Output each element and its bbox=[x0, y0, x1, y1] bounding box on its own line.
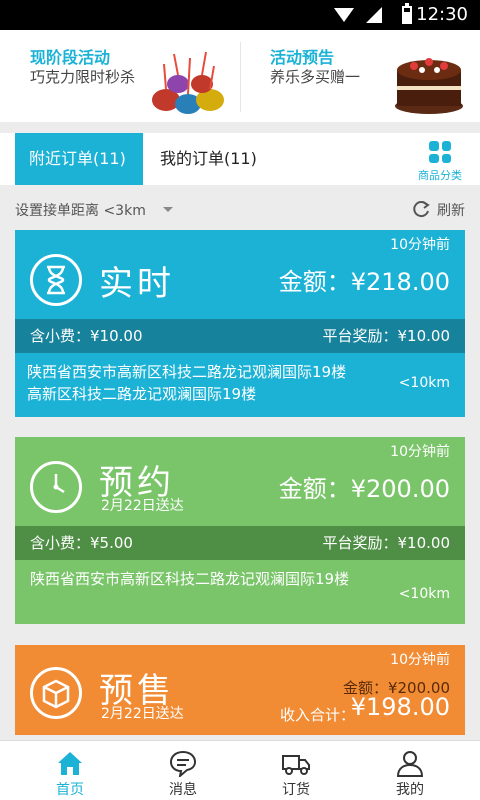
nav-label: 我的 bbox=[396, 782, 424, 798]
grid-icon bbox=[429, 141, 451, 163]
promo-subtitle: 养乐多买赠一 bbox=[270, 68, 361, 86]
order-card-header: 10分钟前 预售 2月22日送达 金额：¥200.00 收入合计： ¥198.0… bbox=[15, 645, 465, 735]
order-amount: 金额：¥218.00 bbox=[278, 268, 450, 296]
promo-banner: 现阶段活动 巧克力限时秒杀 活动预告 养乐多买赠一 bbox=[0, 30, 480, 122]
battery-icon bbox=[402, 3, 412, 24]
cake-image bbox=[395, 58, 463, 114]
status-bar: 12:30 bbox=[0, 0, 480, 30]
order-time-ago: 10分钟前 bbox=[390, 237, 450, 253]
category-button[interactable]: 商品分类 bbox=[412, 141, 468, 183]
order-tabs: 附近订单(11) 我的订单(11) 商品分类 bbox=[0, 133, 480, 185]
chevron-down-icon[interactable] bbox=[163, 207, 173, 212]
refresh-button[interactable]: 刷新 bbox=[437, 200, 465, 220]
order-reward: 平台奖励：¥10.00 bbox=[322, 327, 451, 345]
order-fee-row: 含小费：¥5.00 平台奖励：¥10.00 bbox=[15, 526, 465, 560]
order-card-header: 10分钟前 预约 2月22日送达 金额：¥200.00 bbox=[15, 437, 465, 526]
truck-icon bbox=[282, 755, 310, 775]
promo-divider bbox=[240, 42, 241, 112]
chocolates-image bbox=[152, 51, 224, 114]
distance-setting[interactable]: 设置接单距离 <3km bbox=[15, 200, 146, 220]
promo-title: 现阶段活动 bbox=[30, 48, 111, 67]
message-icon bbox=[169, 750, 197, 777]
order-address-section: 陕西省西安市高新区科技二路龙记观澜国际19楼 <10km bbox=[15, 560, 465, 630]
nav-label: 订货 bbox=[282, 782, 310, 798]
order-address-line: 高新区科技二路龙记观澜国际19楼 bbox=[27, 385, 257, 403]
home-icon bbox=[58, 752, 82, 775]
order-amount: 金额：¥200.00 bbox=[278, 475, 450, 503]
nav-ordering[interactable]: 订货 bbox=[236, 741, 356, 800]
order-fee-row: 含小费：¥10.00 平台奖励：¥10.00 bbox=[15, 319, 465, 353]
promo-subtitle: 巧克力限时秒杀 bbox=[30, 68, 136, 86]
card-edge-decoration bbox=[15, 624, 465, 630]
user-icon bbox=[396, 751, 424, 777]
nav-label: 消息 bbox=[169, 782, 197, 798]
bottom-nav: 首页 消息 订货 我的 bbox=[0, 740, 480, 800]
order-tip: 含小费：¥5.00 bbox=[30, 534, 133, 552]
order-card-header: 10分钟前 实时 金额：¥218.00 bbox=[15, 230, 465, 319]
card-edge-decoration bbox=[15, 417, 465, 423]
order-card-presale[interactable]: 10分钟前 预售 2月22日送达 金额：¥200.00 收入合计： ¥198.0… bbox=[15, 645, 465, 745]
order-reward: 平台奖励：¥10.00 bbox=[322, 534, 451, 552]
order-distance: <10km bbox=[398, 586, 450, 602]
clock-icon bbox=[30, 461, 82, 513]
order-income-total: ¥198.00 bbox=[350, 693, 450, 721]
nav-mine[interactable]: 我的 bbox=[350, 741, 470, 800]
order-time-ago: 10分钟前 bbox=[390, 444, 450, 460]
order-card-realtime[interactable]: 10分钟前 实时 金额：¥218.00 含小费：¥10.00 平台奖励：¥10.… bbox=[15, 230, 465, 423]
status-time: 12:30 bbox=[416, 4, 468, 25]
tab-nearby-orders[interactable]: 附近订单(11) bbox=[15, 133, 143, 185]
nav-label: 首页 bbox=[56, 782, 84, 798]
order-delivery-date: 2月22日送达 bbox=[101, 706, 184, 722]
hourglass-icon bbox=[30, 254, 82, 306]
order-income-label: 收入合计： bbox=[279, 706, 355, 724]
promo-title: 活动预告 bbox=[270, 48, 335, 67]
order-delivery-date: 2月22日送达 bbox=[101, 498, 184, 514]
order-distance: <10km bbox=[398, 375, 450, 391]
order-type: 实时 bbox=[99, 264, 175, 304]
order-card-appointment[interactable]: 10分钟前 预约 2月22日送达 金额：¥200.00 含小费：¥5.00 平台… bbox=[15, 437, 465, 630]
tab-my-orders[interactable]: 我的订单(11) bbox=[146, 133, 271, 185]
filter-row: 设置接单距离 <3km 刷新 bbox=[15, 198, 465, 222]
wifi-icon bbox=[334, 8, 354, 22]
refresh-icon[interactable] bbox=[411, 199, 431, 219]
box-icon bbox=[30, 667, 82, 719]
category-label: 商品分类 bbox=[418, 169, 462, 182]
order-address-line: 陕西省西安市高新区科技二路龙记观澜国际19楼 bbox=[30, 570, 350, 588]
signal-icon bbox=[366, 7, 382, 23]
order-address-section: 陕西省西安市高新区科技二路龙记观澜国际19楼 高新区科技二路龙记观澜国际19楼 … bbox=[15, 353, 465, 423]
nav-home[interactable]: 首页 bbox=[10, 741, 130, 800]
order-time-ago: 10分钟前 bbox=[390, 652, 450, 668]
order-address-line: 陕西省西安市高新区科技二路龙记观澜国际19楼 bbox=[27, 363, 347, 381]
order-tip: 含小费：¥10.00 bbox=[30, 327, 143, 345]
nav-messages[interactable]: 消息 bbox=[123, 741, 243, 800]
